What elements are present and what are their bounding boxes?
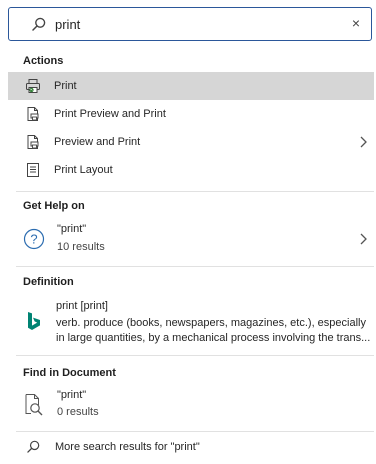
- help-query: "print": [57, 223, 87, 235]
- help-icon: ?: [23, 228, 45, 250]
- action-print-layout[interactable]: Print Layout: [8, 156, 374, 184]
- svg-text:?: ?: [30, 232, 37, 247]
- find-query: "print": [57, 389, 87, 401]
- definition-line-2: in large quantities, by a mechanical pro…: [56, 332, 371, 344]
- chevron-right-icon: [360, 233, 367, 245]
- definition-term: print [print]: [56, 300, 108, 312]
- search-results-panel: Actions Print Print Preview and Print Pr…: [8, 41, 374, 464]
- clear-search-button[interactable]: ×: [349, 15, 363, 31]
- help-result-item[interactable]: ? "print" 10 results: [8, 217, 374, 261]
- action-label: Preview and Print: [54, 136, 141, 148]
- find-in-document-icon: [25, 394, 43, 416]
- chevron-right-icon: [360, 136, 367, 148]
- preview-print-icon: [27, 135, 39, 149]
- search-icon: [27, 440, 40, 453]
- bing-icon: [28, 312, 40, 330]
- action-label: Print Layout: [54, 164, 113, 176]
- divider: [16, 355, 374, 356]
- search-box[interactable]: ×: [8, 7, 372, 41]
- search-icon: [32, 17, 46, 31]
- section-header-help: Get Help on: [23, 200, 85, 212]
- more-search-results-label: More search results for "print": [55, 441, 200, 453]
- action-preview-and-print[interactable]: Preview and Print: [8, 128, 374, 156]
- action-print[interactable]: Print: [8, 72, 374, 100]
- divider: [16, 266, 374, 267]
- section-header-find: Find in Document: [23, 367, 116, 379]
- find-result-item[interactable]: "print" 0 results: [8, 385, 374, 427]
- section-header-definition: Definition: [23, 276, 74, 288]
- action-print-preview-and-print[interactable]: Print Preview and Print: [8, 100, 374, 128]
- search-input[interactable]: [55, 14, 345, 34]
- find-count: 0 results: [57, 406, 99, 418]
- print-preview-icon: [27, 107, 39, 121]
- divider: [16, 191, 374, 192]
- action-label: Print: [54, 80, 77, 92]
- definition-item[interactable]: print [print] verb. produce (books, news…: [8, 297, 374, 347]
- section-header-actions: Actions: [23, 55, 64, 67]
- printer-icon: [26, 79, 40, 93]
- definition-line-1: verb. produce (books, newspapers, magazi…: [56, 317, 366, 329]
- action-label: Print Preview and Print: [54, 108, 166, 120]
- more-search-results-link[interactable]: More search results for "print": [8, 436, 374, 458]
- help-count: 10 results: [57, 241, 105, 253]
- divider: [16, 431, 374, 432]
- print-layout-icon: [27, 163, 39, 177]
